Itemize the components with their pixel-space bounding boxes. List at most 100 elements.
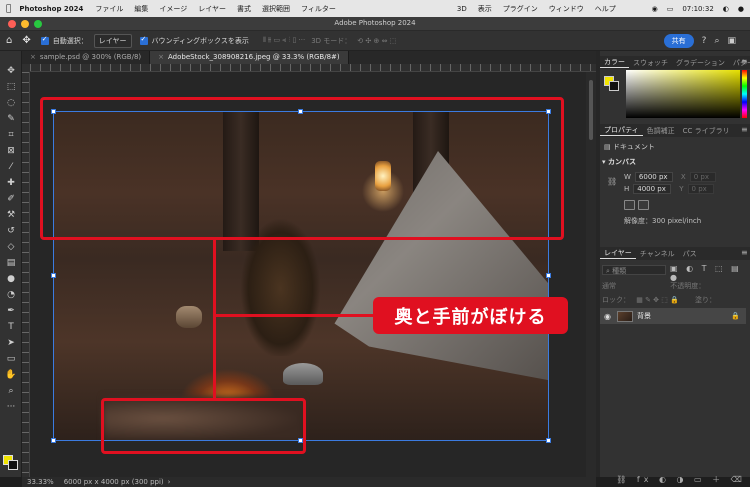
panel-menu-icon[interactable]: ≡ — [741, 57, 748, 66]
menu-edit[interactable]: 編集 — [134, 4, 148, 14]
menu-layer[interactable]: レイヤー — [198, 4, 226, 14]
landscape-orientation-icon[interactable] — [638, 200, 649, 210]
transform-handle[interactable] — [546, 438, 551, 443]
close-tab-icon[interactable]: × — [158, 53, 164, 61]
menu-view[interactable]: 表示 — [478, 4, 492, 14]
panel-background-swatch[interactable] — [609, 81, 619, 91]
more-tools-icon[interactable]: ··· — [5, 402, 17, 412]
menu-help[interactable]: ヘルプ — [595, 4, 616, 14]
tab-sample-psd[interactable]: × sample.psd @ 300% (RGB/8) — [22, 51, 151, 64]
canvas-section-header[interactable]: ▾ カンバス — [602, 157, 636, 167]
artboard-tool-icon[interactable]: ⬚ — [5, 82, 17, 92]
dodge-tool-icon[interactable]: ◔ — [5, 290, 17, 300]
path-select-tool-icon[interactable]: ➤ — [5, 338, 17, 348]
wifi-icon[interactable]: ◉ — [652, 5, 658, 13]
background-color-swatch[interactable] — [8, 460, 18, 470]
menu-image[interactable]: イメージ — [159, 4, 187, 14]
bounding-box-checkbox[interactable] — [139, 35, 148, 45]
layer-row-background[interactable]: ◉ 背景 🔒 — [600, 308, 746, 324]
gradient-tool-icon[interactable]: ▤ — [5, 258, 17, 268]
panel-menu-icon[interactable]: ≡ — [741, 125, 748, 134]
chevron-right-icon[interactable]: › — [168, 478, 171, 486]
move-tool-icon[interactable]: ✥ — [22, 35, 30, 46]
3d-tools-icons[interactable]: ⟲ ✣ ⊕ ⇔ ⬚ — [357, 37, 396, 45]
scrollbar-thumb[interactable] — [589, 80, 593, 140]
type-tool-icon[interactable]: T — [5, 322, 17, 332]
clock[interactable]: 07:10:32 — [682, 5, 713, 13]
crop-tool-icon[interactable]: ⌗ — [5, 130, 17, 140]
battery-icon[interactable]: ▭ — [667, 5, 674, 13]
quick-select-tool-icon[interactable]: ✎ — [5, 114, 17, 124]
close-tab-icon[interactable]: × — [30, 53, 36, 61]
eyedropper-tool-icon[interactable]: ⁄ — [5, 162, 17, 172]
zoom-level[interactable]: 33.33% — [27, 478, 54, 486]
eye-icon[interactable]: ◉ — [604, 312, 611, 321]
lock-icons[interactable]: ▦ ✎ ✥ ⬚ 🔒 — [636, 296, 679, 304]
tab-adobestock-jpeg[interactable]: × AdobeStock_308908216.jpeg @ 33.3% (RGB/… — [150, 51, 349, 64]
color-picker-field[interactable] — [626, 70, 740, 118]
layer-actions-icons[interactable]: ⛓ fx ◐ ◑ ▭ ＋ ⌫ — [600, 474, 746, 485]
auto-select-checkbox[interactable] — [40, 35, 49, 45]
home-icon[interactable]: ⌂ — [6, 35, 12, 46]
control-center-icon[interactable]: ◐ — [723, 5, 729, 13]
help-icon[interactable]: ? — [702, 36, 707, 46]
transform-handle[interactable] — [546, 273, 551, 278]
apple-icon[interactable]:  — [6, 4, 11, 14]
horizontal-ruler[interactable] — [30, 64, 596, 72]
search-icon[interactable]: ⌕ — [714, 36, 719, 46]
tab-swatches[interactable]: スウォッチ — [629, 58, 672, 68]
hue-slider[interactable] — [742, 70, 747, 118]
menu-select[interactable]: 選択範囲 — [262, 4, 290, 14]
tab-properties[interactable]: プロパティ — [600, 125, 643, 136]
align-icons[interactable]: ⫴ ⫵ ▭ ⫷ ⫶ ▯ ··· — [263, 36, 305, 45]
panel-menu-icon[interactable]: ≡ — [741, 248, 748, 257]
vertical-scrollbar[interactable] — [586, 72, 596, 477]
menu-window[interactable]: ウィンドウ — [549, 4, 584, 14]
layer-filter-icons[interactable]: ▣ ◐ T ⬚ ▤ ● — [670, 264, 750, 282]
link-dimensions-icon[interactable]: ⛓ — [607, 177, 617, 186]
zoom-tool-icon[interactable]: ⌕ — [5, 386, 17, 396]
healing-brush-tool-icon[interactable]: ✚ — [5, 178, 17, 188]
document-info[interactable]: 6000 px x 4000 px (300 ppi) — [64, 478, 164, 486]
menu-type[interactable]: 書式 — [237, 4, 251, 14]
share-button[interactable]: 共有 — [663, 33, 694, 48]
siri-icon[interactable]: ● — [738, 5, 744, 13]
rectangle-tool-icon[interactable]: ▭ — [5, 354, 17, 364]
tab-channels[interactable]: チャンネル — [636, 249, 679, 259]
brush-tool-icon[interactable]: ✐ — [5, 194, 17, 204]
width-field[interactable]: 6000 px — [634, 172, 673, 182]
document-label: ドキュメント — [612, 143, 655, 151]
panel-collapse-strip[interactable] — [596, 51, 600, 477]
tab-adjustments[interactable]: 色調補正 — [643, 126, 679, 136]
blend-mode-dropdown[interactable]: 通常 — [602, 282, 616, 290]
tab-layers[interactable]: レイヤー — [600, 248, 636, 259]
history-brush-tool-icon[interactable]: ↺ — [5, 226, 17, 236]
height-field[interactable]: 4000 px — [633, 184, 672, 194]
layer-filter-dropdown[interactable]: ⌕ 種類 — [602, 265, 666, 275]
lasso-tool-icon[interactable]: ◌ — [5, 98, 17, 108]
menu-file[interactable]: ファイル — [95, 4, 123, 14]
menu-plugins[interactable]: プラグイン — [503, 4, 538, 14]
eraser-tool-icon[interactable]: ◇ — [5, 242, 17, 252]
y-field[interactable]: 0 px — [687, 184, 714, 194]
auto-select-dropdown[interactable]: レイヤー — [93, 33, 132, 48]
clone-stamp-tool-icon[interactable]: ⚒ — [5, 210, 17, 220]
transform-handle[interactable] — [51, 438, 56, 443]
tab-paths[interactable]: パス — [679, 249, 701, 259]
tab-gradients[interactable]: グラデーション — [672, 58, 729, 68]
transform-handle[interactable] — [51, 273, 56, 278]
menu-app-name[interactable]: Photoshop 2024 — [19, 5, 83, 13]
hand-tool-icon[interactable]: ✋ — [5, 370, 17, 380]
vertical-ruler[interactable] — [22, 72, 30, 477]
menu-3d[interactable]: 3D — [457, 5, 467, 13]
blur-tool-icon[interactable]: ● — [5, 274, 17, 284]
portrait-orientation-icon[interactable] — [624, 200, 635, 210]
tab-color[interactable]: カラー — [600, 57, 629, 68]
x-field[interactable]: 0 px — [689, 172, 716, 182]
menu-filter[interactable]: フィルター — [301, 4, 336, 14]
move-tool-icon[interactable]: ✥ — [5, 66, 17, 76]
frame-tool-icon[interactable]: ⊠ — [5, 146, 17, 156]
workspace-icon[interactable]: ▣ — [727, 36, 736, 46]
tab-cc-libraries[interactable]: CC ライブラリ — [679, 126, 734, 136]
pen-tool-icon[interactable]: ✒ — [5, 306, 17, 316]
